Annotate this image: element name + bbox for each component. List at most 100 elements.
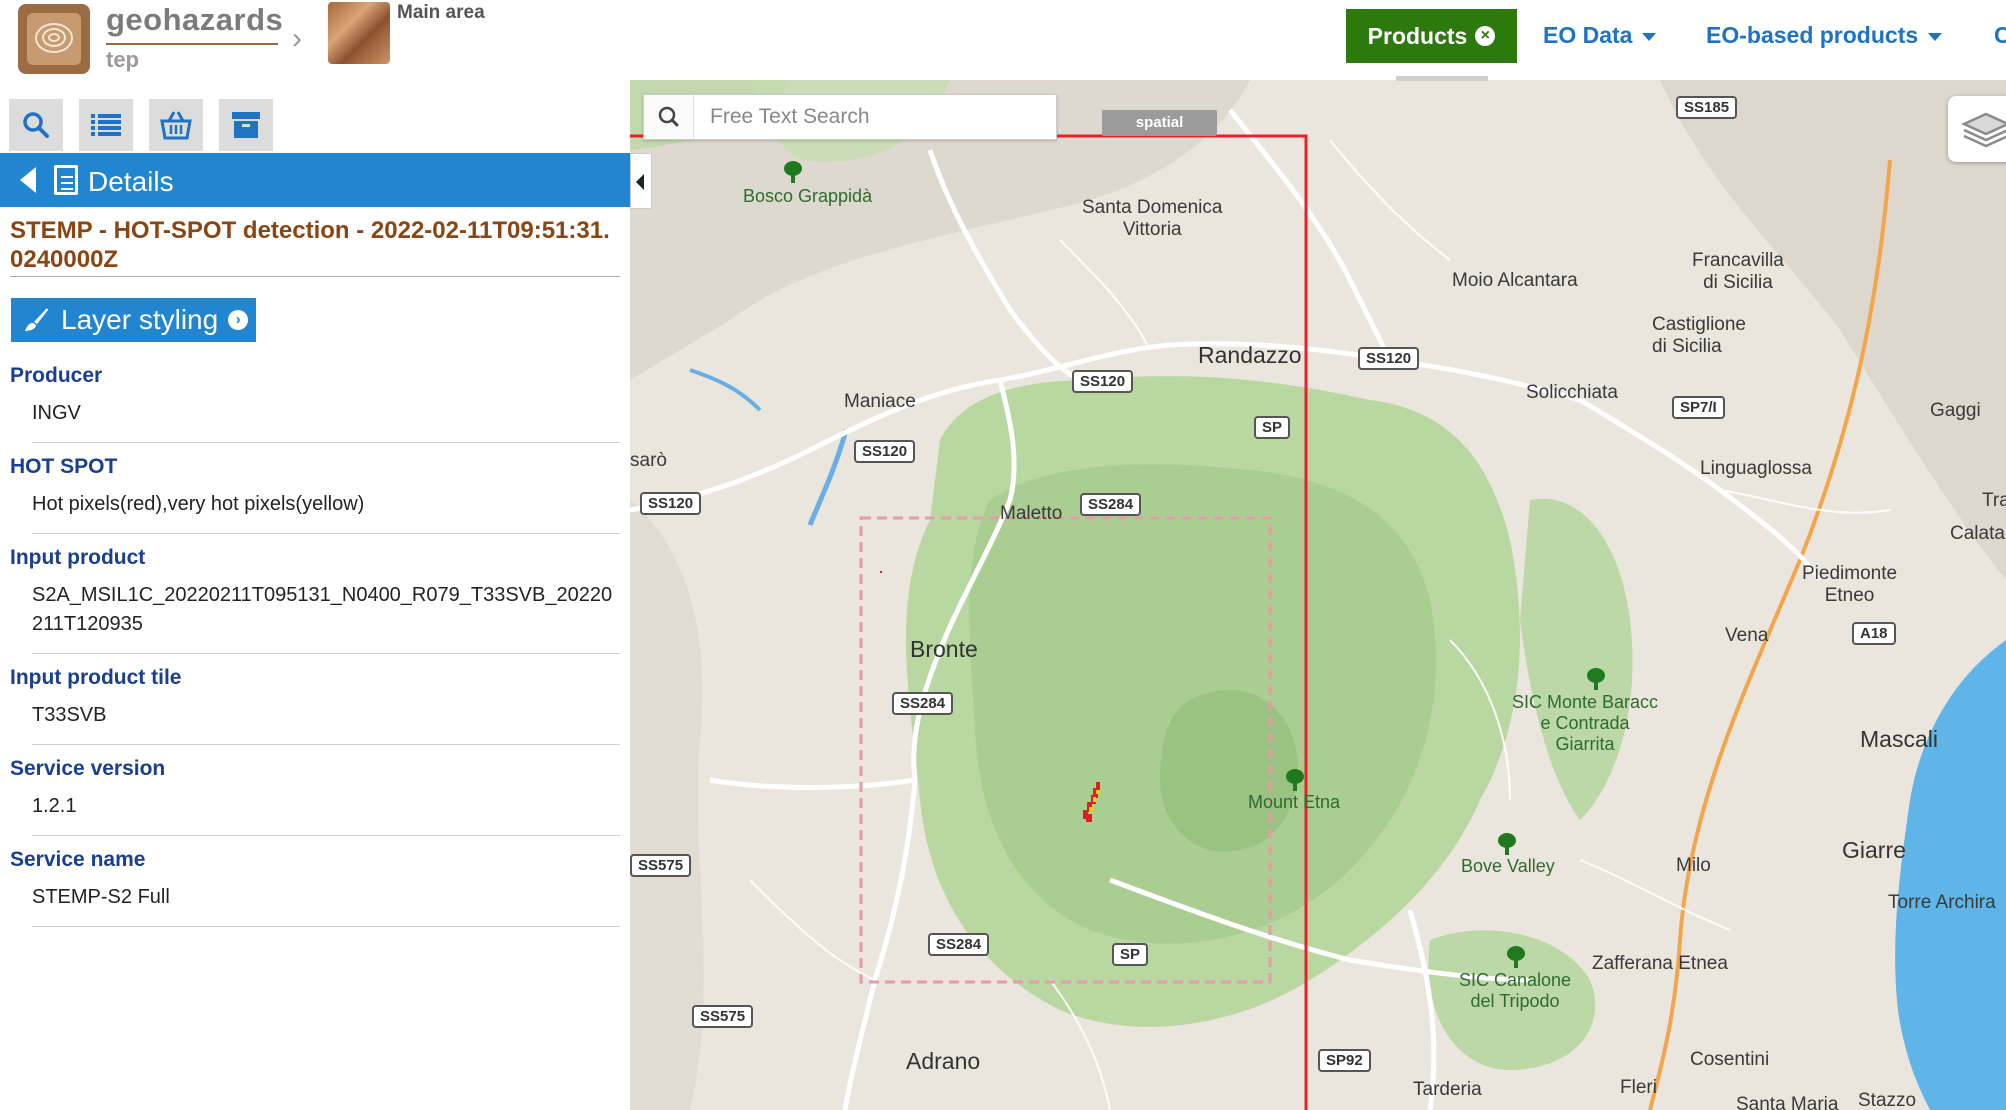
- park-tree-icon: [1498, 833, 1516, 855]
- nav-eo-based-products[interactable]: EO-based products: [1706, 22, 1943, 49]
- brand-name: geohazards: [106, 2, 284, 37]
- title-divider: [10, 276, 620, 277]
- road-shield: SS120: [854, 440, 916, 463]
- list-icon: [91, 114, 121, 136]
- road-shield: SS575: [630, 854, 692, 877]
- chevron-right-icon: ›: [292, 22, 302, 55]
- field-label: Input product tile: [10, 666, 182, 689]
- road-shield: SS284: [1080, 493, 1142, 516]
- map-label-castiglione: Castiglione di Sicilia: [1652, 314, 1746, 357]
- map-label-sic-baracca: SIC Monte Baracc e Contrada Giarrita: [1512, 692, 1659, 754]
- brand-underline: [106, 43, 278, 45]
- map-label-gaggi: Gaggi: [1930, 400, 1981, 421]
- field-value: S2A_MSIL1C_20220211T095131_N0400_R079_T3…: [32, 584, 613, 635]
- list-tab-button[interactable]: [79, 99, 133, 151]
- map-label-bronte: Bronte: [910, 636, 978, 662]
- road-shield: SS284: [928, 933, 990, 956]
- product-title: STEMP - HOT-SPOT detection - 2022-02-11T…: [10, 217, 610, 273]
- nav-overflow-item[interactable]: C: [1994, 22, 2006, 49]
- caret-down-icon: [1928, 32, 1943, 41]
- road-shield: SP7/I: [1672, 396, 1725, 419]
- field-label: Input product: [10, 546, 146, 569]
- map-label-francavilla: Francavilla di Sicilia: [1692, 250, 1784, 293]
- paintbrush-icon: [25, 308, 48, 331]
- park-tree-icon: [1507, 946, 1525, 968]
- map-top-handle[interactable]: [1396, 76, 1488, 81]
- search-tab-button[interactable]: [9, 99, 63, 151]
- map-label-maletto: Maletto: [1000, 503, 1063, 524]
- field-value: Hot pixels(red),very hot pixels(yellow): [32, 493, 365, 515]
- geohazards-logo[interactable]: [18, 4, 90, 74]
- park-tree-icon: [1286, 769, 1304, 791]
- map-label-torre-archira: Torre Archira: [1888, 892, 1996, 913]
- field-label: HOT SPOT: [10, 455, 118, 478]
- field-value: 1.2.1: [32, 795, 77, 817]
- map-label-tra: Tra: [1982, 490, 2006, 511]
- field-label: Service version: [10, 757, 166, 780]
- field-input-product: Input product S2A_MSIL1C_20220211T095131…: [10, 546, 620, 654]
- map-label-adrano: Adrano: [906, 1048, 981, 1074]
- field-hot-spot: HOT SPOT Hot pixels(red),very hot pixels…: [10, 455, 620, 534]
- map-label-calatabiano: Calatabia: [1950, 523, 2006, 544]
- layers-icon: [1960, 112, 2006, 148]
- nav-eo-data[interactable]: EO Data: [1543, 22, 1657, 49]
- archive-tab-button[interactable]: [219, 99, 273, 151]
- map-label-randazzo: Randazzo: [1198, 342, 1302, 368]
- road-shield: SS284: [892, 692, 954, 715]
- field-producer: Producer INGV: [10, 364, 620, 443]
- park-tree-icon: [1587, 668, 1605, 690]
- map-label-sic-canalone: SIC Canalone del Tripodo: [1459, 970, 1572, 1011]
- area-label[interactable]: Main area: [397, 2, 485, 24]
- field-value: STEMP-S2 Full: [32, 886, 170, 908]
- field-service-name: Service name STEMP-S2 Full: [10, 848, 620, 927]
- road-shield: A18: [1852, 622, 1896, 645]
- nav-eo-products-label: EO-based products: [1706, 22, 1919, 48]
- map-label-mount-etna: Mount Etna: [1248, 792, 1341, 812]
- archive-icon: [232, 112, 260, 138]
- layer-styling-label: Layer styling: [61, 304, 219, 335]
- road-shield: SS575: [692, 1005, 754, 1028]
- map-label-zafferana: Zafferana Etnea: [1592, 953, 1728, 974]
- map-label-maniace: Maniace: [844, 391, 916, 412]
- nav-eo-data-label: EO Data: [1543, 22, 1633, 48]
- field-input-product-tile: Input product tile T33SVB: [10, 666, 620, 745]
- nav-overflow-label: C: [1994, 22, 2006, 48]
- map-label-bosco: Bosco Grappidà: [743, 186, 873, 206]
- layer-styling-button[interactable]: Layer styling ›: [11, 298, 256, 342]
- document-icon: [54, 165, 78, 195]
- details-header: Details: [0, 153, 630, 207]
- close-circle-icon[interactable]: ×: [1475, 26, 1496, 46]
- top-header: geohazards tep › Main area Products × EO…: [0, 0, 2006, 80]
- back-arrow-icon[interactable]: [20, 167, 36, 193]
- road-shield: SS120: [1358, 347, 1420, 370]
- road-shield: SP92: [1318, 1049, 1371, 1072]
- road-shield: SS185: [1676, 96, 1738, 119]
- map-label-bove-valley: Bove Valley: [1461, 856, 1555, 876]
- map-canvas[interactable]: Bosco Grappidà Santa Domenica Vittoria M…: [630, 80, 2006, 1110]
- field-value: T33SVB: [32, 704, 107, 726]
- nav-products-button[interactable]: Products ×: [1346, 9, 1517, 63]
- map-label-santa-maria: Santa Maria: [1736, 1094, 1839, 1110]
- map-label-tarderia: Tarderia: [1413, 1079, 1482, 1100]
- layers-button[interactable]: [1948, 96, 2006, 162]
- brand-subtitle: tep: [106, 47, 139, 72]
- map-label-fleri: Fleri: [1620, 1077, 1657, 1098]
- map-label-vena: Vena: [1725, 625, 1769, 646]
- basket-tab-button[interactable]: [149, 99, 203, 151]
- caret-down-icon: [1642, 32, 1657, 41]
- area-thumbnail[interactable]: [328, 2, 390, 64]
- road-shield: SS120: [1072, 370, 1134, 393]
- map-search-button[interactable]: [644, 95, 694, 139]
- search-icon: [658, 106, 679, 127]
- details-title: Details: [88, 166, 174, 197]
- spatial-filter-tag[interactable]: spatial: [1102, 110, 1217, 136]
- logo-emblem: [27, 13, 81, 65]
- field-service-version: Service version 1.2.1: [10, 757, 620, 836]
- map-label-mascali: Mascali: [1860, 726, 1938, 752]
- search-icon: [23, 112, 49, 138]
- collapse-panel-button[interactable]: [630, 153, 652, 209]
- chevron-circle-right-icon: ›: [228, 310, 249, 330]
- park-tree-icon: [784, 161, 802, 183]
- free-text-search-input[interactable]: [696, 95, 1054, 139]
- map-label-giarre: Giarre: [1842, 837, 1906, 863]
